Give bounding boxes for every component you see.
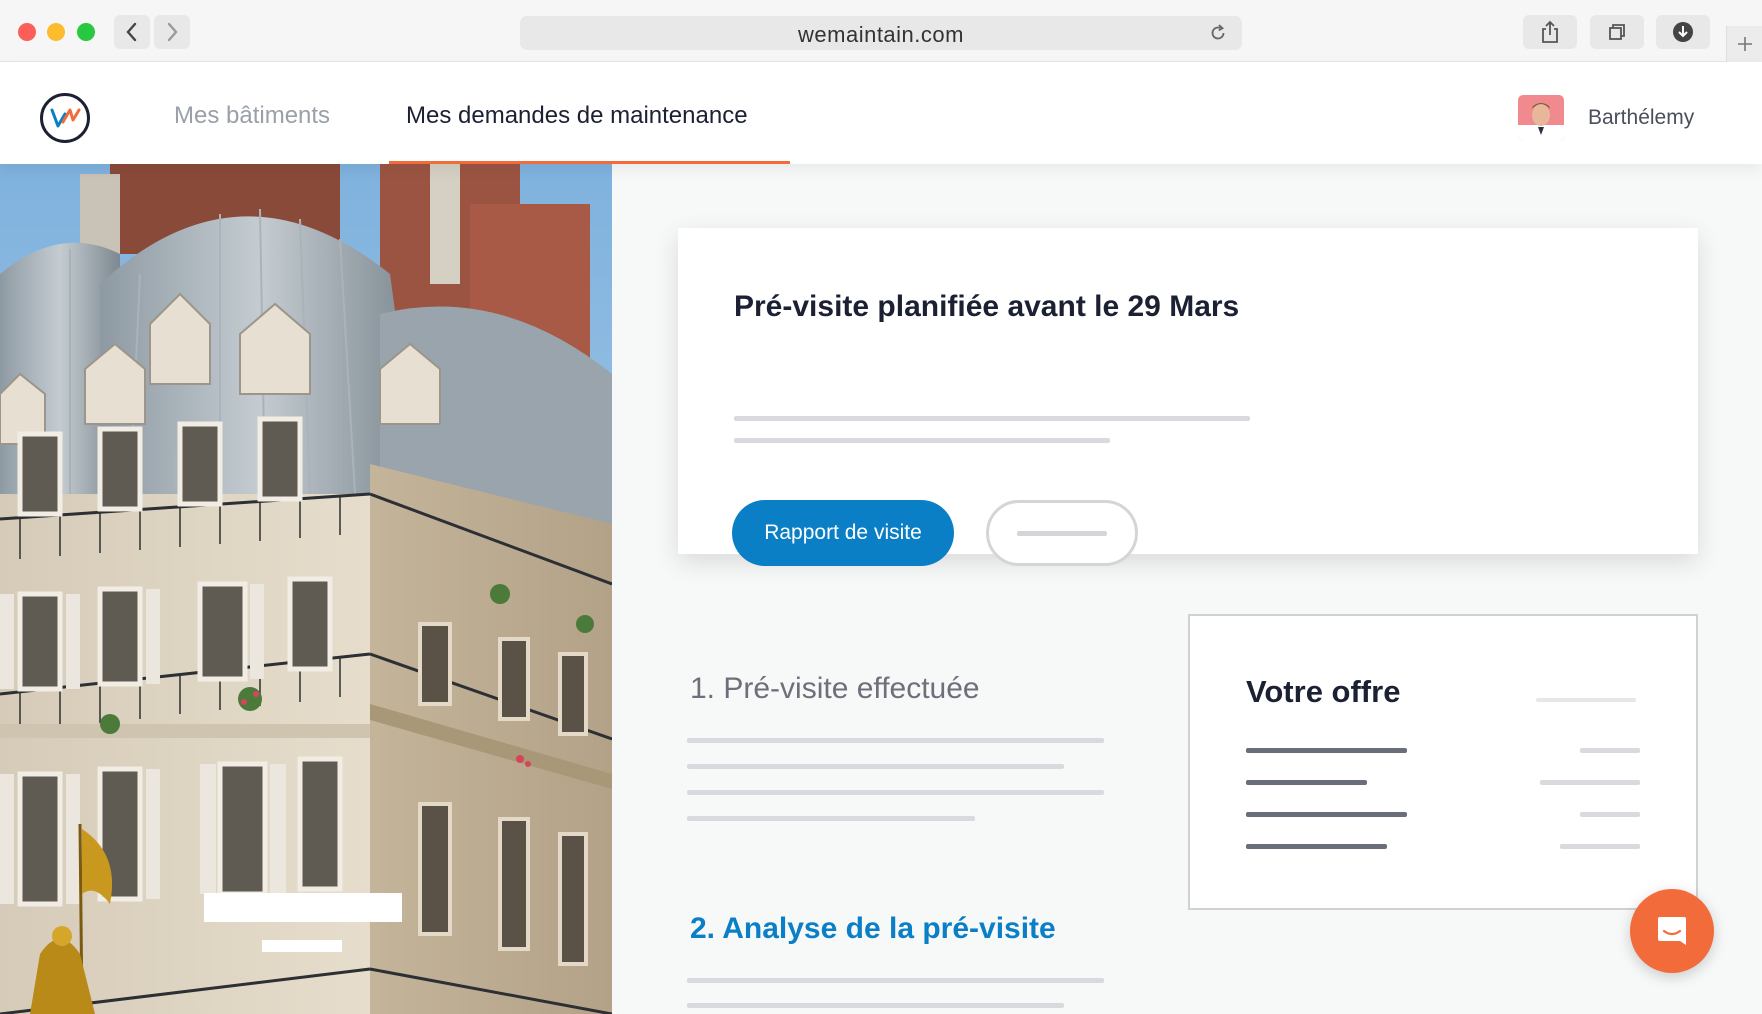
offer-row-value bbox=[1560, 844, 1640, 849]
offer-row-value bbox=[1540, 780, 1640, 785]
back-button[interactable] bbox=[114, 15, 150, 49]
offer-row-label bbox=[1246, 748, 1407, 753]
address-bar[interactable]: wemaintain.com bbox=[520, 16, 1242, 50]
plus-icon bbox=[1737, 37, 1752, 51]
offer-row-label bbox=[1246, 844, 1387, 849]
chat-launcher-button[interactable] bbox=[1630, 889, 1714, 973]
building-photo bbox=[0, 164, 612, 1014]
step-previsit-done: 1. Pré-visite effectuée bbox=[690, 672, 980, 705]
placeholder-line bbox=[687, 816, 975, 821]
app-header: Mes bâtiments Mes demandes de maintenanc… bbox=[0, 62, 1762, 164]
placeholder-line bbox=[687, 790, 1104, 795]
placeholder-line bbox=[687, 1003, 1064, 1008]
nav-tab-maintenance-requests[interactable]: Mes demandes de maintenance bbox=[406, 102, 748, 130]
close-window-button[interactable] bbox=[18, 23, 36, 41]
zoom-window-button[interactable] bbox=[77, 23, 95, 41]
chat-icon bbox=[1658, 917, 1686, 945]
offer-row-value bbox=[1580, 812, 1640, 817]
avatar[interactable] bbox=[1518, 95, 1564, 141]
show-tabs-button[interactable] bbox=[1590, 15, 1644, 49]
new-tab-button[interactable] bbox=[1726, 26, 1762, 62]
placeholder-line bbox=[734, 438, 1110, 443]
user-photo bbox=[1518, 95, 1564, 141]
placeholder-line bbox=[687, 978, 1104, 983]
wemaintain-logo[interactable] bbox=[39, 92, 91, 144]
downloads-button[interactable] bbox=[1656, 15, 1710, 49]
secondary-button[interactable] bbox=[986, 500, 1138, 566]
offer-row-value bbox=[1580, 748, 1640, 753]
status-title: Pré-visite planifiée avant le 29 Mars bbox=[734, 290, 1240, 323]
tabs-icon bbox=[1609, 24, 1625, 40]
placeholder-line bbox=[1017, 531, 1107, 536]
download-icon bbox=[1673, 22, 1693, 42]
url-text: wemaintain.com bbox=[798, 22, 964, 47]
visit-report-button[interactable]: Rapport de visite bbox=[732, 500, 954, 566]
offer-title: Votre offre bbox=[1246, 674, 1401, 709]
browser-toolbar: wemaintain.com bbox=[0, 0, 1762, 62]
placeholder-line bbox=[1536, 698, 1636, 702]
nav-tab-buildings[interactable]: Mes bâtiments bbox=[174, 102, 330, 130]
offer-card: Votre offre bbox=[1188, 614, 1698, 910]
share-button[interactable] bbox=[1523, 15, 1577, 49]
placeholder-line bbox=[687, 738, 1104, 743]
request-detail-panel: Pré-visite planifiée avant le 29 Mars Ra… bbox=[612, 164, 1762, 1014]
placeholder-line bbox=[734, 416, 1250, 421]
forward-button[interactable] bbox=[154, 15, 190, 49]
minimize-window-button[interactable] bbox=[47, 23, 65, 41]
share-icon bbox=[1542, 20, 1558, 43]
chevron-right-icon bbox=[167, 22, 178, 42]
active-tab-indicator bbox=[389, 161, 790, 164]
offer-row-label bbox=[1246, 812, 1407, 817]
step-previsit-analysis: 2. Analyse de la pré-visite bbox=[690, 912, 1056, 945]
offer-row-label bbox=[1246, 780, 1367, 785]
reload-icon[interactable] bbox=[1208, 23, 1228, 43]
user-name[interactable]: Barthélemy bbox=[1588, 106, 1694, 130]
status-card: Pré-visite planifiée avant le 29 Mars Ra… bbox=[678, 228, 1698, 566]
placeholder-line bbox=[687, 764, 1064, 769]
chevron-left-icon bbox=[126, 22, 137, 42]
